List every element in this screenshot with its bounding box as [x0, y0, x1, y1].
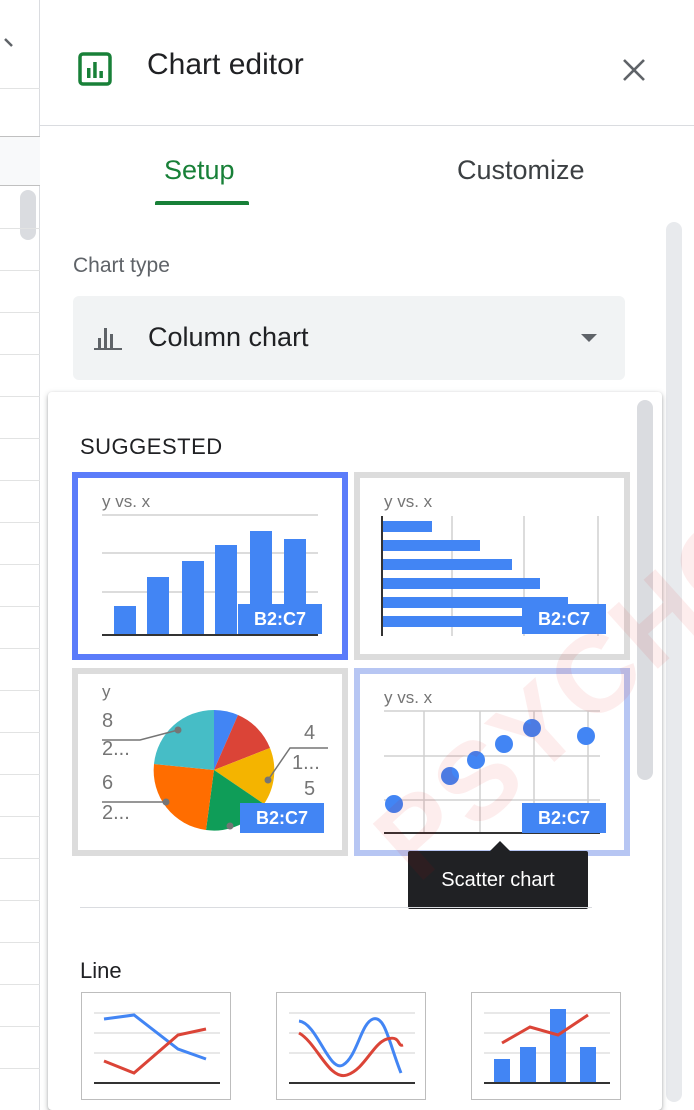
active-tab-indicator	[155, 201, 249, 205]
sheet-scrollbar[interactable]	[20, 190, 36, 240]
grid-line	[0, 984, 40, 985]
pie-label: 8	[102, 710, 114, 732]
suggested-pie-chart[interactable]: y 8 2... 6 2... 4 1... 5 B2:C7	[72, 668, 348, 856]
grid-line	[0, 564, 40, 565]
bar	[182, 561, 204, 634]
scatter-point	[523, 719, 541, 737]
scatter-point	[385, 795, 403, 813]
bar	[382, 540, 480, 551]
grid-line	[0, 88, 40, 89]
scatter-point	[577, 727, 595, 745]
grid-line	[0, 816, 40, 817]
pie-label: 5	[304, 778, 316, 800]
scatter-point	[495, 735, 513, 753]
editor-title: Chart editor	[147, 48, 304, 81]
bar	[382, 578, 540, 589]
grid-line	[0, 900, 40, 901]
pie-label: 2...	[102, 802, 130, 824]
grid-line	[0, 942, 40, 943]
suggested-bar-chart[interactable]: y vs. x B2:C7	[354, 472, 630, 660]
bar	[147, 577, 169, 634]
grid-line	[0, 228, 40, 229]
tab-setup[interactable]: Setup	[164, 155, 235, 186]
scatter-tooltip: Scatter chart	[408, 851, 588, 909]
dropdown-arrow-icon	[581, 334, 597, 342]
grid-line	[0, 1068, 40, 1069]
pie-title: y	[102, 682, 111, 701]
pie-label: 4	[304, 722, 316, 744]
grid-line	[0, 774, 40, 775]
bar	[215, 545, 237, 634]
pie-label: 2...	[102, 738, 130, 760]
grid-line	[0, 1026, 40, 1027]
suggested-column-chart[interactable]: y vs. x B2:C7	[72, 472, 348, 660]
close-icon[interactable]	[618, 54, 650, 86]
grid-line	[0, 354, 40, 355]
range-badge: B2:C7	[238, 604, 322, 634]
smooth-line-chart-preview	[289, 1012, 415, 1084]
grid-line	[0, 858, 40, 859]
line-section-title: Line	[80, 958, 122, 983]
bar	[382, 559, 512, 570]
grid-line	[0, 690, 40, 691]
grid-line	[0, 438, 40, 439]
grid-line	[0, 480, 40, 481]
grid-line	[0, 648, 40, 649]
chart-type-value: Column chart	[148, 322, 309, 352]
line-chart-preview	[94, 1012, 220, 1084]
column-chart-icon	[94, 328, 122, 350]
pie-slice	[153, 764, 214, 830]
pie-label: 6	[102, 772, 114, 794]
chart-type-dropdown: SUGGESTED y vs. x B2:C7 y vs. x B2:C7 y …	[48, 392, 662, 1110]
combo-chart-option[interactable]	[471, 992, 621, 1100]
dropdown-scrollbar[interactable]	[637, 400, 653, 780]
grid-line	[0, 522, 40, 523]
grid-line	[0, 732, 40, 733]
combo-chart-preview	[484, 1009, 610, 1084]
range-badge: B2:C7	[240, 803, 324, 833]
range-badge: B2:C7	[522, 803, 606, 833]
scatter-point	[441, 767, 459, 785]
grid-line	[0, 270, 40, 271]
chart-editor-panel: Chart editor Setup Customize Chart type …	[40, 0, 694, 1110]
chart-type-label: Chart type	[73, 254, 170, 277]
editor-tabs: Setup Customize	[40, 127, 694, 207]
spreadsheet-edge	[0, 0, 40, 1110]
pie-slice	[154, 709, 214, 770]
pie-label: 1...	[292, 752, 320, 774]
suggested-scatter-chart[interactable]: y vs. x B2:C7	[354, 668, 630, 856]
tab-customize[interactable]: Customize	[457, 155, 585, 186]
grid-line	[0, 606, 40, 607]
section-divider	[80, 907, 592, 908]
bar	[114, 606, 136, 634]
scatter-point	[467, 751, 485, 769]
line-chart-option[interactable]	[81, 992, 231, 1100]
grid-line	[0, 312, 40, 313]
chart-type-select[interactable]: Column chart	[73, 296, 625, 380]
column-header	[0, 136, 40, 186]
range-badge: B2:C7	[522, 604, 606, 634]
suggested-section-title: SUGGESTED	[80, 434, 223, 459]
tooltip-arrow	[490, 841, 510, 851]
editor-header: Chart editor	[40, 0, 694, 126]
panel-scrollbar[interactable]	[666, 222, 682, 1102]
bar	[382, 521, 432, 532]
grid-line	[0, 396, 40, 397]
smooth-line-chart-option[interactable]	[276, 992, 426, 1100]
chevron-icon	[4, 38, 13, 47]
chart-icon	[78, 52, 112, 86]
